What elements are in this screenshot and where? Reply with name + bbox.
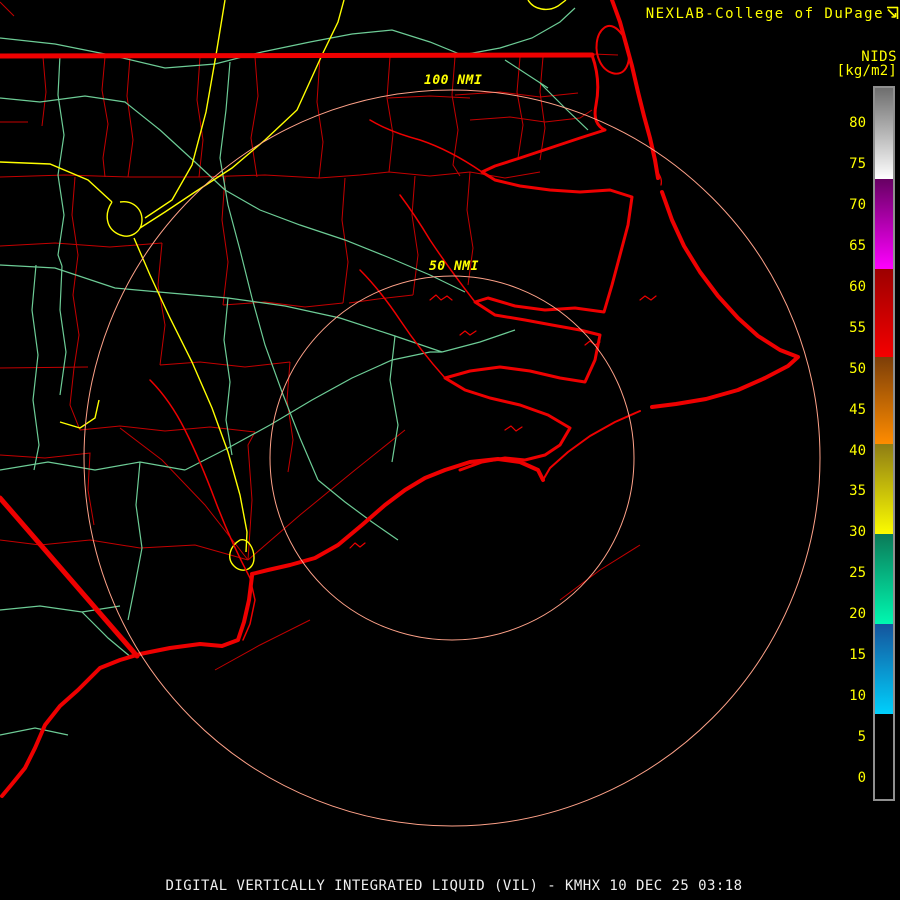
colorbar-units: [kg/m2]	[836, 63, 897, 79]
colorbar-tick-label: 30	[849, 524, 866, 541]
va-nc-border	[0, 55, 592, 56]
nc-sc-border	[0, 498, 137, 656]
colorbar-tick-label: 0	[857, 770, 866, 786]
county-borders	[0, 2, 640, 670]
brand-text: NEXLAB-College of DuPage	[645, 6, 884, 22]
colorbar-tick-label: 70	[849, 196, 866, 213]
colorbar-tick-label: 75	[849, 155, 866, 172]
range-ring-label-100: 100 NMI	[424, 73, 483, 88]
colorbar-band	[875, 87, 893, 179]
colorbar-tick-label: 15	[849, 647, 866, 664]
state-borders	[0, 55, 592, 656]
colorbar-tick-label: 35	[849, 483, 866, 500]
product-caption: DIGITAL VERTICALLY INTEGRATED LIQUID (VI…	[165, 878, 743, 894]
colorbar-tick-label: 5	[857, 729, 866, 746]
colorbar-tick-label: 80	[849, 115, 866, 131]
colorbar-band	[875, 624, 893, 715]
colorbar-tick-label: 25	[849, 565, 866, 582]
roads-green	[0, 8, 588, 735]
colorbar-tick-label: 60	[849, 278, 866, 295]
colorbar-tick-label: 20	[849, 606, 866, 623]
colorbar	[873, 86, 895, 801]
colorbar-band	[875, 178, 893, 269]
colorbar-band	[875, 357, 893, 444]
range-ring-100nmi	[84, 90, 820, 826]
colorbar-tick-label: 50	[849, 360, 866, 377]
colorbar-tick-label: 40	[849, 442, 866, 459]
range-rings	[84, 90, 820, 826]
colorbar-tick-label: 65	[849, 237, 866, 254]
colorbar-tick-label: 45	[849, 401, 866, 418]
colorbar-band	[875, 443, 893, 534]
radar-display: NEXLAB-College of DuPage NIDS [kg/m2] 80…	[0, 0, 900, 900]
range-ring-label-50: 50 NMI	[429, 259, 479, 274]
colorbar-band	[875, 268, 893, 358]
brand-logo-icon	[886, 6, 899, 20]
colorbar-tick-label: 10	[849, 688, 866, 705]
radar-map	[0, 0, 900, 900]
coastline	[2, 0, 798, 796]
colorbar-tick-label: 55	[849, 319, 866, 336]
colorbar-band	[875, 534, 893, 625]
